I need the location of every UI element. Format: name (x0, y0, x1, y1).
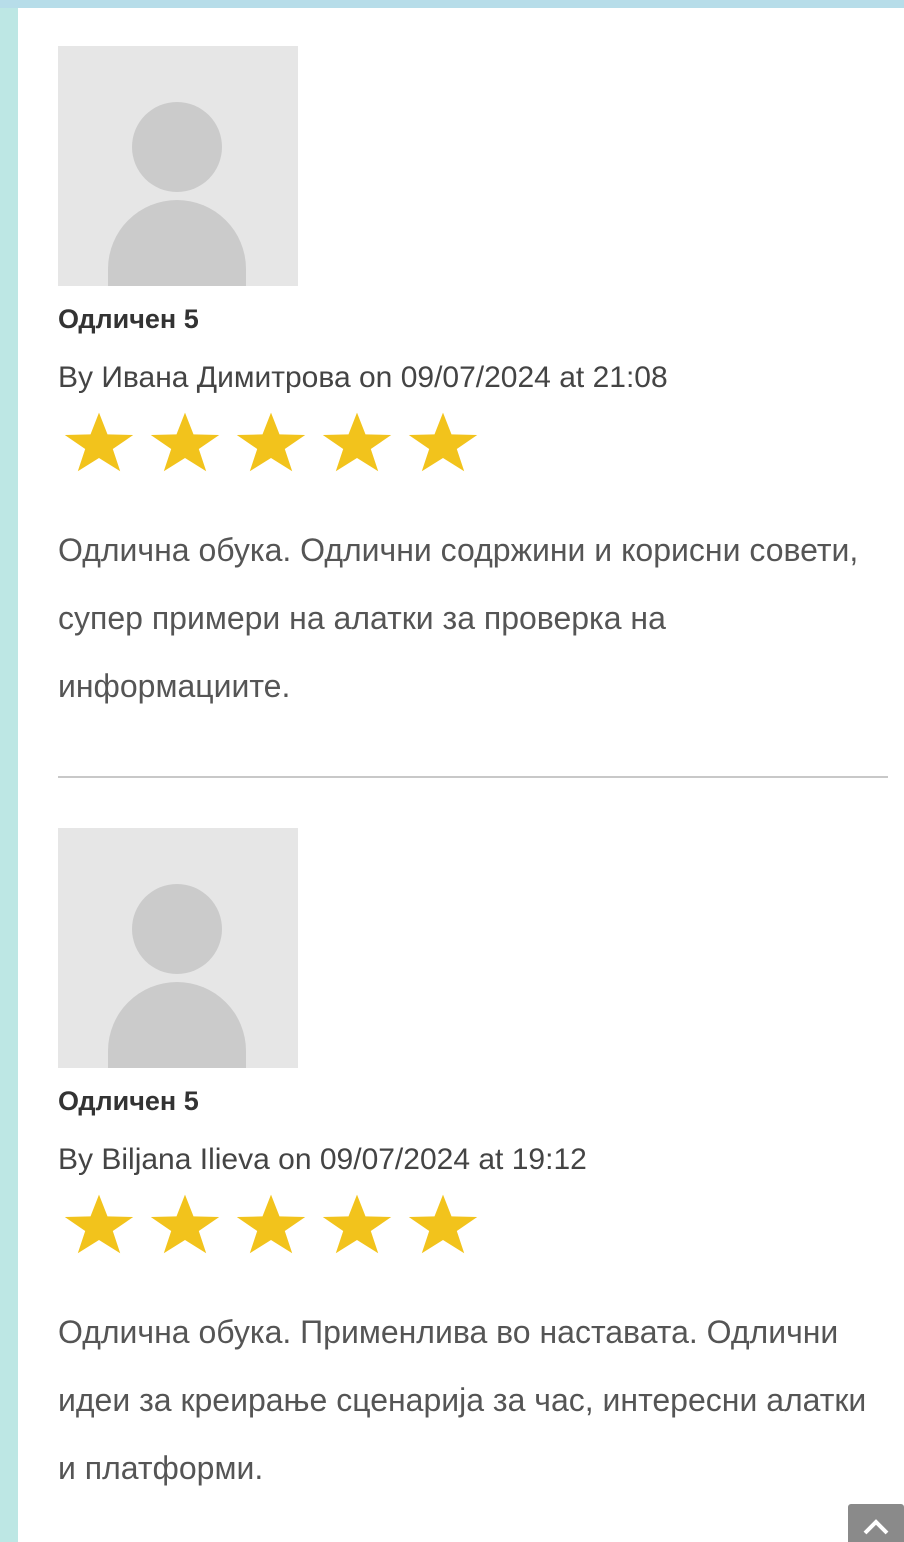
avatar-head (132, 102, 222, 192)
chevron-up-icon (863, 1519, 889, 1535)
star-shape (408, 1194, 478, 1254)
default-avatar-icon (58, 828, 298, 1068)
meta-at: at (478, 1143, 504, 1176)
star-shape (408, 412, 478, 472)
star-icon (408, 1194, 478, 1254)
star-icon (408, 412, 478, 472)
review-item: Одличен 5 By Biljana Ilieva on 09/07/202… (58, 828, 888, 1502)
review-text: Одлична обука. Применлива во наставата. … (58, 1314, 867, 1486)
star-icon (236, 412, 306, 472)
review-time: 19:12 (511, 1143, 587, 1176)
star-shape (64, 412, 134, 472)
top-strip (0, 0, 904, 8)
star-shape (322, 1194, 392, 1254)
star-shape (236, 412, 306, 472)
star-icon (322, 412, 392, 472)
avatar-body (108, 982, 246, 1068)
meta-on: on (359, 361, 393, 394)
meta-prefix: By (58, 361, 94, 394)
star-shape (150, 412, 220, 472)
review-author: Ивана Димитрова (101, 361, 351, 394)
star-shape (150, 1194, 220, 1254)
review-author: Biljana Ilieva (101, 1143, 270, 1176)
meta-prefix: By (58, 1143, 94, 1176)
star-icon (150, 1194, 220, 1254)
star-shape (64, 1194, 134, 1254)
meta-at: at (559, 361, 585, 394)
review-item: Одличен 5 By Ивана Димитрова on 09/07/20… (58, 46, 888, 720)
reviews-panel: Одличен 5 By Ивана Димитрова on 09/07/20… (18, 8, 904, 1542)
star-icon (64, 412, 134, 472)
review-divider (58, 776, 888, 778)
review-meta: By Biljana Ilieva on 09/07/2024 at 19:12 (58, 1142, 888, 1178)
avatar-head (132, 884, 222, 974)
review-title: Одличен 5 (58, 1086, 199, 1116)
star-rating (58, 1190, 888, 1258)
review-title: Одличен 5 (58, 304, 199, 334)
star-icon (64, 1194, 134, 1254)
review-time: 21:08 (592, 361, 668, 394)
meta-on: on (278, 1143, 312, 1176)
star-shape (322, 412, 392, 472)
scroll-to-top-button[interactable] (848, 1504, 904, 1542)
star-icon (322, 1194, 392, 1254)
star-icon (236, 1194, 306, 1254)
avatar-body (108, 200, 246, 286)
star-shape (236, 1194, 306, 1254)
default-avatar-icon (58, 46, 298, 286)
review-meta: By Ивана Димитрова on 09/07/2024 at 21:0… (58, 360, 888, 396)
review-date: 09/07/2024 (400, 361, 551, 394)
star-rating (58, 408, 888, 476)
review-text: Одлична обука. Одлични содржини и корисн… (58, 532, 859, 704)
star-icon (150, 412, 220, 472)
review-date: 09/07/2024 (319, 1143, 471, 1176)
